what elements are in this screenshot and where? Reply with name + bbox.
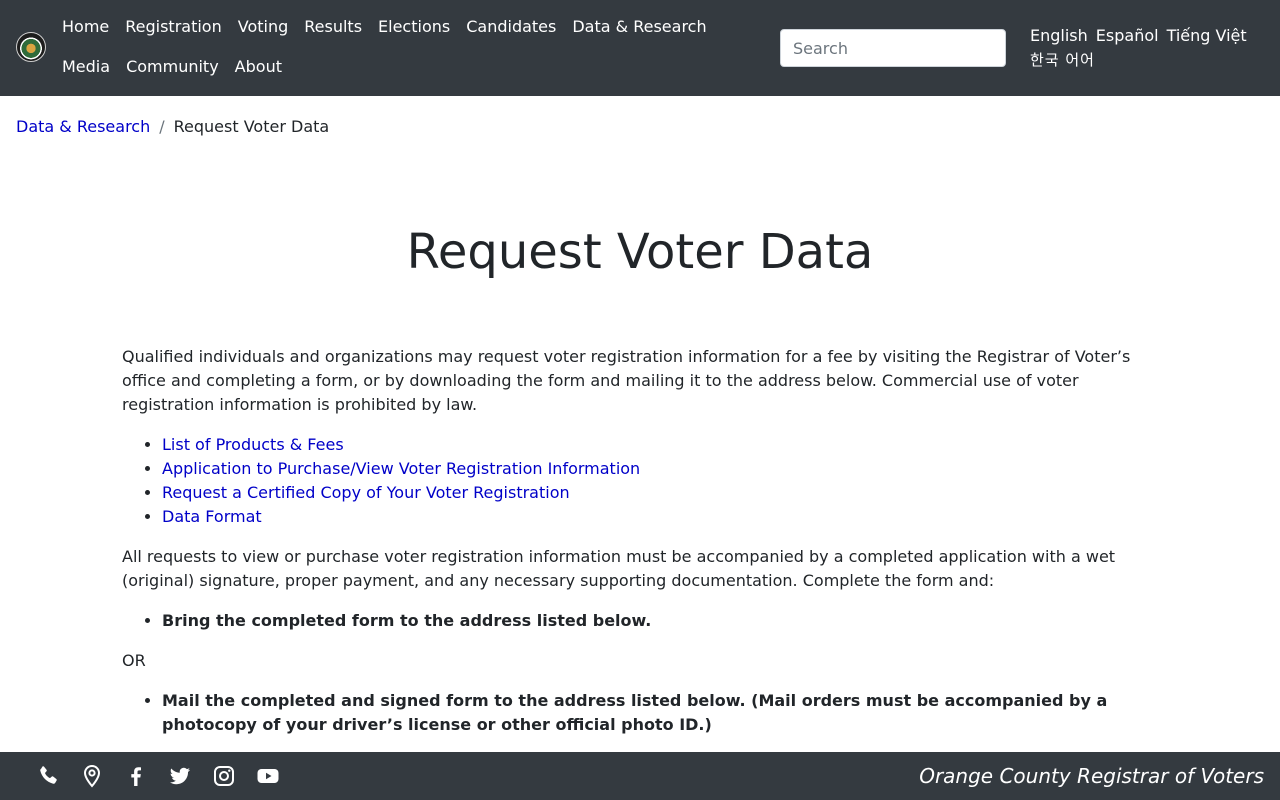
resource-links-list: List of Products & Fees Application to P… [122, 433, 1158, 529]
nav-candidates[interactable]: Candidates [458, 8, 564, 48]
top-navbar: Home Registration Voting Results Electio… [0, 0, 1280, 96]
or-text: OR [122, 651, 146, 670]
certified-copy-link[interactable]: Request a Certified Copy of Your Voter R… [162, 483, 570, 502]
requirements-paragraph: All requests to view or purchase voter r… [122, 547, 1116, 590]
data-format-link[interactable]: Data Format [162, 507, 262, 526]
search-input[interactable] [780, 29, 1006, 67]
mail-option: Mail the completed and signed form to th… [162, 689, 1158, 737]
nav-registration[interactable]: Registration [117, 8, 229, 48]
lang-vietnamese[interactable]: Tiếng Việt [1163, 24, 1251, 48]
list-item: Data Format [162, 505, 1158, 529]
bring-option: Bring the completed form to the address … [162, 609, 1158, 633]
map-pin-icon[interactable] [80, 764, 104, 788]
footer-site-title: Orange County Registrar of Voters [919, 764, 1264, 788]
application-purchase-link[interactable]: Application to Purchase/View Voter Regis… [162, 459, 640, 478]
list-item: List of Products & Fees [162, 433, 1158, 457]
main-nav: Home Registration Voting Results Electio… [54, 8, 776, 88]
footer: Orange County Registrar of Voters [0, 752, 1280, 800]
lang-espanol[interactable]: Español [1092, 24, 1163, 48]
nav-voting[interactable]: Voting [230, 8, 297, 48]
mail-option-list: Mail the completed and signed form to th… [122, 689, 1158, 737]
breadcrumb-current: Request Voter Data [173, 117, 330, 136]
facebook-icon[interactable] [124, 764, 148, 788]
county-seal-logo[interactable] [16, 32, 46, 62]
list-item: Request a Certified Copy of Your Voter R… [162, 481, 1158, 505]
lang-english[interactable]: English [1026, 24, 1092, 48]
instagram-icon[interactable] [212, 764, 236, 788]
breadcrumb-separator: / [159, 117, 165, 136]
nav-home[interactable]: Home [54, 8, 117, 48]
lang-korean[interactable]: 한국 어어 [1026, 48, 1099, 74]
breadcrumb: Data & Research / Request Voter Data [16, 116, 329, 138]
bring-option-list: Bring the completed form to the address … [122, 609, 1158, 633]
nav-community[interactable]: Community [118, 48, 227, 88]
nav-media[interactable]: Media [54, 48, 118, 88]
breadcrumb-data-research[interactable]: Data & Research [16, 116, 150, 138]
intro-paragraph: Qualified individuals and organizations … [122, 347, 1131, 414]
nav-about[interactable]: About [227, 48, 290, 88]
phone-icon[interactable] [36, 764, 60, 788]
nav-results[interactable]: Results [296, 8, 370, 48]
twitter-icon[interactable] [168, 764, 192, 788]
youtube-icon[interactable] [256, 764, 280, 788]
products-fees-link[interactable]: List of Products & Fees [162, 435, 344, 454]
page-title: Request Voter Data [406, 224, 874, 280]
nav-data-research[interactable]: Data & Research [564, 8, 714, 48]
nav-elections[interactable]: Elections [370, 8, 458, 48]
main-content: Qualified individuals and organizations … [122, 345, 1158, 753]
language-selector: English Español Tiếng Việt 한국 어어 [1026, 24, 1270, 74]
list-item: Application to Purchase/View Voter Regis… [162, 457, 1158, 481]
